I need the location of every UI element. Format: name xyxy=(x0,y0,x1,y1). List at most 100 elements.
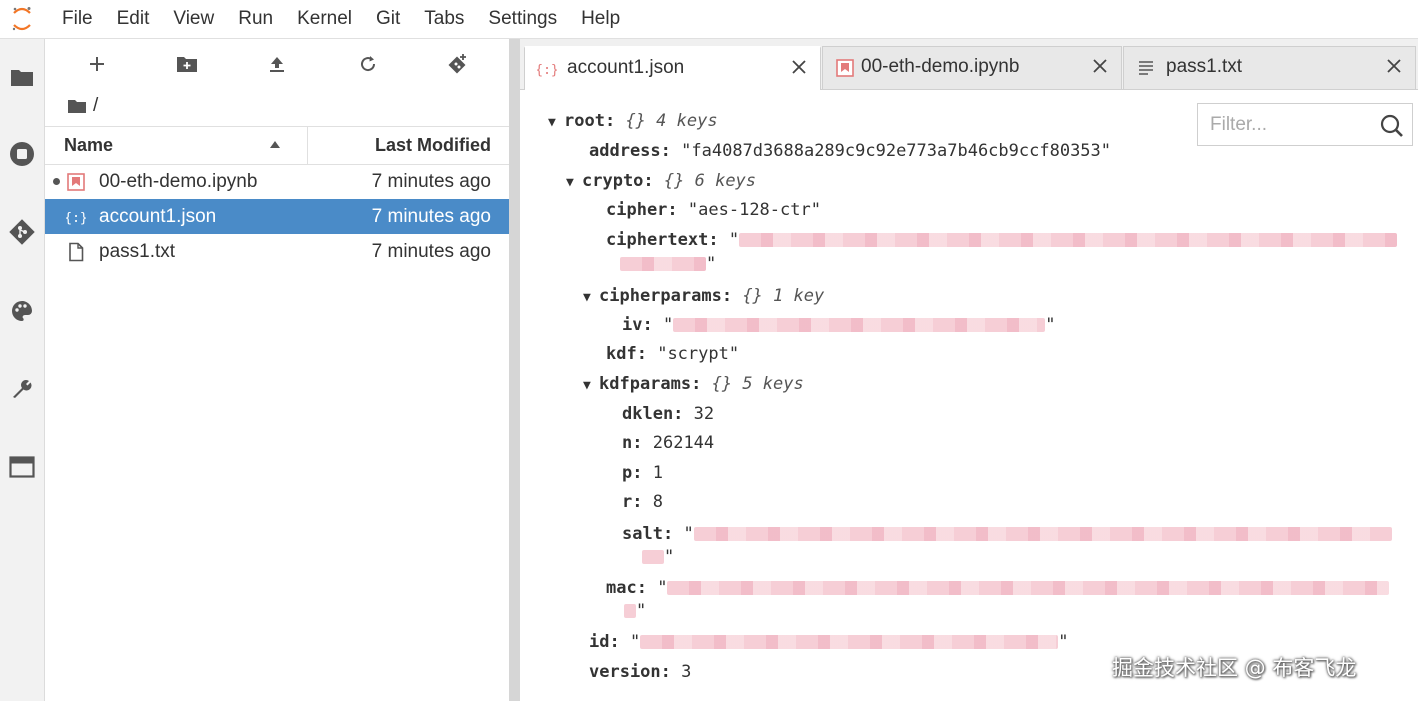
name-column-header[interactable]: Name xyxy=(64,127,113,164)
jupyter-logo-icon xyxy=(0,0,44,38)
new-folder-button[interactable] xyxy=(170,49,204,79)
json-open-quote: " xyxy=(657,578,668,598)
json-key: iv: xyxy=(622,315,653,335)
folder-icon[interactable] xyxy=(0,57,44,97)
json-value: 3 xyxy=(681,662,692,682)
collapse-caret-icon[interactable]: ▼ xyxy=(566,171,582,195)
json-key: crypto: xyxy=(582,171,654,191)
tabs-panel-icon[interactable] xyxy=(0,447,44,487)
json-node-address: address: "fa4087d3688a289c9c92e773a7b46c… xyxy=(589,139,1111,163)
json-node-p: p: 1 xyxy=(622,461,663,485)
notebook-icon xyxy=(67,173,85,191)
json-open-quote: " xyxy=(629,632,641,652)
json-key: r: xyxy=(622,492,643,512)
upload-button[interactable] xyxy=(260,49,294,79)
json-meta: {} 1 key xyxy=(742,286,825,306)
breadcrumb-path[interactable]: / xyxy=(93,95,98,117)
json-key: address: xyxy=(589,141,671,161)
close-icon[interactable] xyxy=(1385,57,1403,75)
menu-run[interactable]: Run xyxy=(226,0,285,38)
file-icon xyxy=(69,242,84,262)
json-value: "aes-128-ctr" xyxy=(687,200,821,220)
json-meta: {} 4 keys xyxy=(625,111,718,131)
json-node-salt: salt: " xyxy=(622,522,1392,546)
file-browser: / Name Last Modified 00-eth-demo.ipynb 7… xyxy=(45,39,509,701)
file-row-text[interactable]: pass1.txt 7 minutes ago xyxy=(45,234,509,269)
redacted-value xyxy=(693,527,1392,541)
menu-edit[interactable]: Edit xyxy=(105,0,162,38)
file-name: pass1.txt xyxy=(99,241,176,262)
json-node-crypto[interactable]: ▼ crypto: {} 6 keys xyxy=(566,169,756,195)
json-node-root[interactable]: ▼ root: {} 4 keys xyxy=(548,109,718,135)
menu-tabs[interactable]: Tabs xyxy=(412,0,476,38)
menu-bar: File Edit View Run Kernel Git Tabs Setti… xyxy=(0,0,1418,39)
new-folder-icon xyxy=(177,57,197,72)
json-node-n: n: 262144 xyxy=(622,431,714,455)
file-modified: 7 minutes ago xyxy=(371,241,491,262)
folder-icon xyxy=(68,100,86,113)
redacted-value xyxy=(673,318,1046,332)
json-value: 32 xyxy=(693,404,715,424)
tab-eth-demo-notebook[interactable]: 00-eth-demo.ipynb xyxy=(822,46,1122,89)
git-icon[interactable] xyxy=(0,212,44,252)
menu-git[interactable]: Git xyxy=(364,0,412,38)
json-viewer: ▼ root: {} 4 keys address: "fa4087d3688a2… xyxy=(520,89,1418,701)
palette-icon[interactable] xyxy=(0,291,44,331)
last-modified-column-header[interactable]: Last Modified xyxy=(375,127,491,164)
menu-settings[interactable]: Settings xyxy=(476,0,569,38)
json-node-cipherparams[interactable]: ▼ cipherparams: {} 1 key xyxy=(583,284,824,310)
wrench-icon[interactable] xyxy=(0,369,44,409)
collapse-caret-icon[interactable]: ▼ xyxy=(583,374,599,398)
json-key: p: xyxy=(622,463,643,483)
column-divider[interactable] xyxy=(307,127,308,164)
tab-label: pass1.txt xyxy=(1166,56,1243,77)
menu-view[interactable]: View xyxy=(161,0,226,38)
menu-help[interactable]: Help xyxy=(569,0,632,38)
tab-pass1-txt[interactable]: pass1.txt xyxy=(1123,46,1416,89)
json-node-kdfparams[interactable]: ▼ kdfparams: {} 5 keys xyxy=(583,372,804,398)
json-key: kdf: xyxy=(606,344,647,364)
json-key: id: xyxy=(589,632,620,652)
json-value: "scrypt" xyxy=(657,344,740,364)
json-node-cipher: cipher: "aes-128-ctr" xyxy=(606,198,821,222)
json-open-quote: " xyxy=(662,315,674,335)
json-node-version: version: 3 xyxy=(589,660,691,684)
close-icon[interactable] xyxy=(1091,57,1109,75)
plus-icon xyxy=(90,57,104,71)
refresh-icon xyxy=(361,56,376,72)
menu-kernel[interactable]: Kernel xyxy=(285,0,364,38)
json-value: 8 xyxy=(652,492,663,512)
file-name: account1.json xyxy=(99,206,217,227)
menu-file[interactable]: File xyxy=(44,0,105,38)
json-open-quote: " xyxy=(683,524,694,544)
file-row-notebook[interactable]: 00-eth-demo.ipynb 7 minutes ago xyxy=(45,164,509,199)
collapse-caret-icon[interactable]: ▼ xyxy=(548,111,564,135)
collapse-caret-icon[interactable]: ▼ xyxy=(583,286,599,310)
json-meta: {} 6 keys xyxy=(663,171,757,191)
json-node-salt-wrap: " xyxy=(642,545,674,569)
json-key: cipherparams: xyxy=(599,286,733,306)
json-meta: {} 5 keys xyxy=(711,374,804,394)
file-row-json[interactable]: {:} account1.json 7 minutes ago xyxy=(45,199,509,234)
json-open-quote: " xyxy=(728,230,740,250)
redacted-value xyxy=(620,257,706,271)
new-launcher-button[interactable] xyxy=(80,49,114,79)
json-icon: {:} xyxy=(537,63,557,78)
git-clone-button[interactable] xyxy=(440,49,474,79)
sort-ascending-icon[interactable] xyxy=(269,140,281,149)
json-key: n: xyxy=(622,433,643,453)
json-node-ciphertext-wrap: " xyxy=(620,252,716,276)
json-close-quote: " xyxy=(1058,632,1069,652)
panel-splitter[interactable] xyxy=(509,39,520,701)
breadcrumb[interactable]: / xyxy=(67,95,98,117)
refresh-button[interactable] xyxy=(351,49,385,79)
running-sessions-icon[interactable] xyxy=(0,134,44,174)
close-icon[interactable] xyxy=(790,58,808,76)
json-close-quote: " xyxy=(706,254,717,274)
svg-text:{:}: {:} xyxy=(66,211,86,226)
tab-bar: {:} account1.json 00-eth-demo.ipynb pass… xyxy=(520,39,1418,90)
tab-account1-json[interactable]: {:} account1.json xyxy=(524,46,821,90)
activity-bar xyxy=(0,39,45,701)
file-name: 00-eth-demo.ipynb xyxy=(99,171,258,192)
file-browser-toolbar xyxy=(45,39,509,89)
